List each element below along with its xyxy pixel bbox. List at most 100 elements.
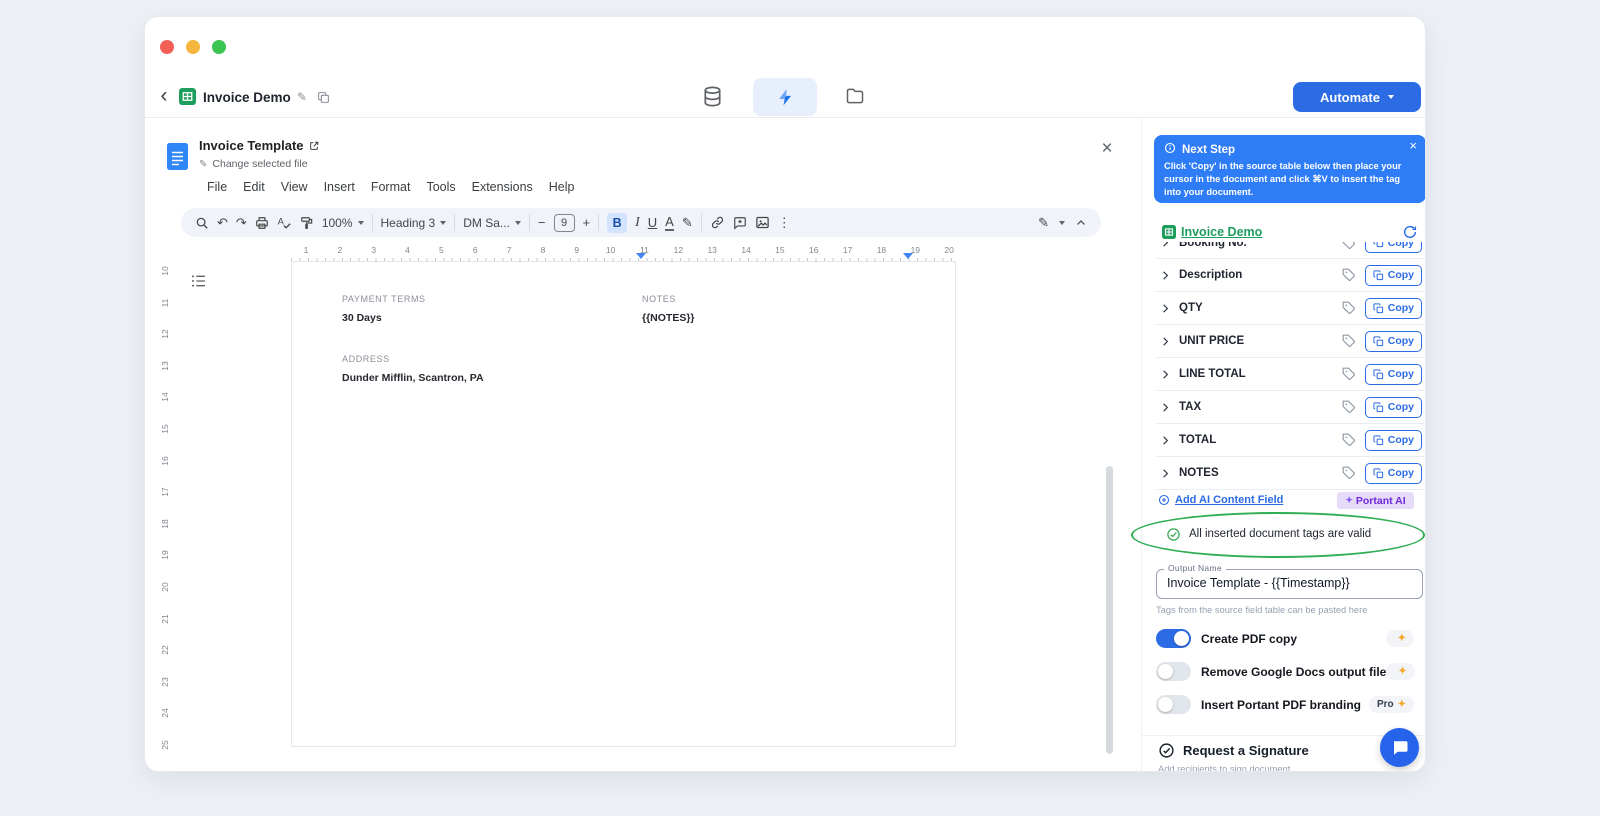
document-outline-icon[interactable] — [191, 274, 207, 293]
field-label: QTY — [1179, 302, 1203, 314]
copy-icon — [1373, 368, 1383, 379]
address-value: Dunder Mifflin, Scantron, PA — [342, 372, 484, 384]
tag-icon[interactable] — [1342, 242, 1356, 250]
copy-button[interactable]: Copy — [1364, 396, 1422, 418]
output-name-input[interactable]: Invoice Template - {{Timestamp}} — [1156, 569, 1423, 599]
expand-chevron-icon[interactable] — [1160, 336, 1171, 347]
maximize-window-button[interactable] — [212, 40, 226, 54]
expand-chevron-icon[interactable] — [1160, 270, 1171, 281]
output-helper-text: Tags from the source field table can be … — [1156, 605, 1368, 615]
increase-font-size-button[interactable]: + — [583, 216, 591, 229]
menu-view[interactable]: View — [281, 180, 308, 194]
underline-button[interactable]: U — [648, 216, 657, 229]
ruler-number: 6 — [472, 245, 478, 255]
text-color-button[interactable]: A — [665, 215, 674, 231]
copy-button[interactable]: Copy — [1364, 363, 1422, 385]
toggle-remove-google-docs-output-file[interactable] — [1156, 662, 1191, 681]
chat-widget-button[interactable] — [1380, 728, 1419, 767]
change-selected-file[interactable]: ✎ Change selected file — [199, 158, 308, 170]
sparkle-icon: ✦ — [1397, 699, 1406, 710]
google-docs-icon — [167, 143, 188, 175]
expand-chevron-icon[interactable] — [1160, 303, 1171, 314]
tag-icon[interactable] — [1342, 433, 1356, 447]
copy-button[interactable]: Copy — [1364, 462, 1422, 484]
expand-chevron-icon[interactable] — [1160, 402, 1171, 413]
tag-icon[interactable] — [1342, 301, 1356, 315]
add-ai-content-field-link[interactable]: Add AI Content Field — [1158, 494, 1283, 506]
highlight-color-icon[interactable]: ✎ — [682, 216, 693, 229]
font-select[interactable]: DM Sa... — [463, 216, 521, 230]
workflow-sidebar: Next Step × Click 'Copy' in the source t… — [1141, 118, 1425, 771]
bold-button[interactable]: B — [607, 212, 628, 233]
vertical-scrollbar[interactable] — [1106, 466, 1113, 754]
paint-format-icon[interactable] — [300, 216, 314, 230]
sparkle-icon: ✦ — [1398, 666, 1407, 677]
request-signature-row[interactable]: Request a Signature — [1158, 742, 1309, 759]
menu-edit[interactable]: Edit — [243, 180, 265, 194]
tag-icon[interactable] — [1342, 268, 1356, 282]
expand-chevron-icon[interactable] — [1160, 435, 1171, 446]
ruler-number: 17 — [160, 487, 170, 497]
paragraph-style-select[interactable]: Heading 3 — [381, 216, 447, 230]
tag-icon[interactable] — [1342, 466, 1356, 480]
plus-circle-icon — [1158, 494, 1170, 506]
more-options-icon[interactable]: ⋮ — [778, 216, 791, 229]
toggle-create-pdf-copy[interactable] — [1156, 629, 1191, 648]
copy-button[interactable]: Copy — [1364, 330, 1422, 352]
rename-icon[interactable]: ✎ — [297, 90, 307, 104]
minimize-window-button[interactable] — [186, 40, 200, 54]
menu-file[interactable]: File — [207, 180, 227, 194]
copy-button[interactable]: Copy — [1364, 429, 1422, 451]
menu-extensions[interactable]: Extensions — [472, 180, 533, 194]
expand-chevron-icon[interactable] — [1160, 468, 1171, 479]
redo-icon[interactable]: ↷ — [236, 216, 247, 229]
expand-chevron-icon[interactable] — [1160, 242, 1171, 248]
insert-link-icon[interactable] — [710, 215, 725, 230]
undo-icon[interactable]: ↶ — [217, 216, 228, 229]
tags-valid-status: All inserted document tags are valid — [1166, 522, 1371, 546]
field-label: LINE TOTAL — [1179, 368, 1246, 380]
field-label: Description — [1179, 269, 1243, 281]
toggle-insert-portant-pdf-branding[interactable] — [1156, 695, 1191, 714]
decrease-font-size-button[interactable]: − — [538, 216, 546, 229]
toggle-label: Remove Google Docs output file — [1201, 664, 1387, 679]
ruler-number: 5 — [439, 245, 444, 255]
search-icon[interactable] — [195, 216, 209, 230]
back-button[interactable]: ‹ — [151, 84, 177, 110]
ruler-number: 18 — [160, 519, 170, 529]
chevron-down-icon — [357, 220, 364, 225]
italic-button[interactable]: I — [635, 215, 640, 230]
copy-button[interactable]: Copy — [1364, 297, 1422, 319]
open-external-icon[interactable] — [309, 141, 319, 151]
close-editor-button[interactable]: × — [1095, 138, 1119, 162]
menu-format[interactable]: Format — [371, 180, 411, 194]
editing-mode-icon[interactable]: ✎ — [1038, 216, 1049, 229]
tag-icon[interactable] — [1342, 367, 1356, 381]
tag-icon[interactable] — [1342, 400, 1356, 414]
zoom-select[interactable]: 100% — [322, 216, 364, 230]
top-toolbar: ‹ Invoice Demo ✎ Automate — [145, 17, 1425, 118]
font-size-input[interactable]: 9 — [553, 213, 575, 232]
insert-image-icon[interactable] — [755, 215, 770, 230]
automation-step-tab[interactable] — [753, 78, 817, 116]
tag-icon[interactable] — [1342, 334, 1356, 348]
copy-button[interactable]: Copy — [1364, 264, 1422, 286]
collapse-toolbar-icon[interactable] — [1075, 217, 1087, 229]
source-file-link[interactable]: Invoice Demo — [1181, 225, 1262, 239]
portant-ai-badge[interactable]: ✦ Portant AI — [1337, 492, 1414, 509]
automate-button[interactable]: Automate — [1293, 82, 1421, 112]
spellcheck-icon[interactable]: A — [277, 215, 292, 230]
dismiss-banner-button[interactable]: × — [1409, 138, 1417, 153]
document-editor-panel: Invoice Template ✎ Change selected file … — [145, 118, 1141, 771]
expand-chevron-icon[interactable] — [1160, 369, 1171, 380]
document-page[interactable]: PAYMENT TERMS 30 Days NOTES {{NOTES}} AD… — [291, 261, 956, 747]
field-row: QTY Copy — [1156, 292, 1424, 325]
menu-tools[interactable]: Tools — [426, 180, 455, 194]
menu-help[interactable]: Help — [549, 180, 575, 194]
add-comment-icon[interactable] — [733, 216, 747, 230]
print-icon[interactable] — [255, 216, 269, 230]
close-window-button[interactable] — [160, 40, 174, 54]
field-label: NOTES — [1179, 467, 1219, 479]
menu-insert[interactable]: Insert — [324, 180, 355, 194]
copy-button[interactable]: Copy — [1364, 242, 1422, 253]
